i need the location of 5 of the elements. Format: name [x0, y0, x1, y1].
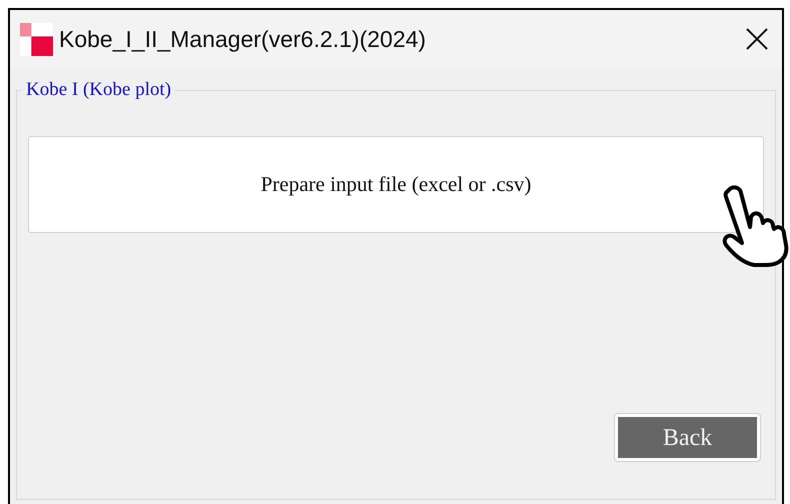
prepare-input-button[interactable]: Prepare input file (excel or .csv) — [28, 136, 764, 233]
app-icon — [20, 22, 53, 56]
close-icon[interactable] — [746, 28, 768, 50]
back-button[interactable]: Back — [615, 414, 760, 461]
window-title: Kobe_I_II_Manager(ver6.2.1)(2024) — [59, 24, 426, 54]
